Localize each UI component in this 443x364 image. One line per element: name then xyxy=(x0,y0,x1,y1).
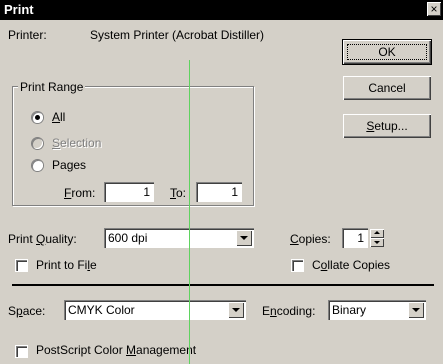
chevron-down-icon xyxy=(240,236,248,240)
printer-name: System Printer (Acrobat Distiller) xyxy=(90,28,265,42)
space-select[interactable]: CMYK Color xyxy=(64,300,246,320)
print-quality-select[interactable]: 600 dpi xyxy=(104,228,254,248)
printer-label: Printer: xyxy=(8,28,47,42)
cancel-button[interactable]: Cancel xyxy=(343,76,431,100)
radio-pages[interactable] xyxy=(32,160,43,171)
print-to-file-checkbox[interactable] xyxy=(16,260,27,271)
title-bar[interactable]: Print × xyxy=(0,0,443,20)
print-quality-dropdown-button[interactable] xyxy=(236,230,252,246)
setup-button[interactable]: Setup... xyxy=(343,114,431,138)
radio-pages-label[interactable]: Pages xyxy=(52,158,86,172)
to-label: To: xyxy=(170,186,187,200)
print-dialog: Print × Printer: System Printer (Acrobat… xyxy=(0,0,443,364)
guide-line xyxy=(189,60,190,364)
print-to-file-label[interactable]: Print to File xyxy=(36,258,97,272)
encoding-select[interactable]: Binary xyxy=(328,300,426,320)
postscript-color-management-label[interactable]: PostScript Color Management xyxy=(36,343,196,357)
radio-selection xyxy=(32,138,43,149)
postscript-color-management-checkbox[interactable] xyxy=(16,346,27,357)
space-dropdown-button[interactable] xyxy=(228,302,244,318)
ok-button[interactable]: OK xyxy=(343,40,431,64)
cancel-button-label: Cancel xyxy=(368,81,406,95)
copies-field[interactable]: 1 xyxy=(342,228,368,248)
print-quality-value: 600 dpi xyxy=(108,231,148,245)
encoding-label: Encoding: xyxy=(262,304,316,318)
copies-label: Copies: xyxy=(290,232,331,246)
spin-up-button[interactable] xyxy=(370,229,384,238)
close-icon: × xyxy=(430,2,438,16)
to-field[interactable]: 1 xyxy=(196,182,242,202)
collate-copies-label[interactable]: Collate Copies xyxy=(312,258,390,272)
print-range-label: Print Range xyxy=(18,80,86,94)
close-button[interactable]: × xyxy=(427,2,441,16)
chevron-down-icon xyxy=(232,308,240,312)
copies-spinner[interactable] xyxy=(370,229,384,247)
encoding-dropdown-button[interactable] xyxy=(408,302,424,318)
space-value: CMYK Color xyxy=(68,303,135,317)
dialog-title: Print xyxy=(4,2,34,17)
print-quality-label: Print Quality: xyxy=(8,232,77,246)
radio-selection-label: Selection xyxy=(52,136,102,150)
spin-down-button[interactable] xyxy=(370,238,384,247)
radio-all-label[interactable]: All xyxy=(52,110,65,124)
setup-button-label: Setup... xyxy=(366,119,408,133)
radio-all[interactable] xyxy=(32,112,43,123)
space-label: Space: xyxy=(8,304,46,318)
separator xyxy=(12,284,434,286)
chevron-down-icon xyxy=(412,308,420,312)
arrow-up-icon xyxy=(374,231,380,234)
focus-rect xyxy=(347,44,427,60)
from-field[interactable]: 1 xyxy=(104,182,154,202)
radio-selected-dot xyxy=(35,115,40,120)
from-label: From: xyxy=(64,186,96,200)
collate-copies-checkbox[interactable] xyxy=(292,260,303,271)
arrow-down-icon xyxy=(374,241,380,244)
encoding-value: Binary xyxy=(332,303,367,317)
